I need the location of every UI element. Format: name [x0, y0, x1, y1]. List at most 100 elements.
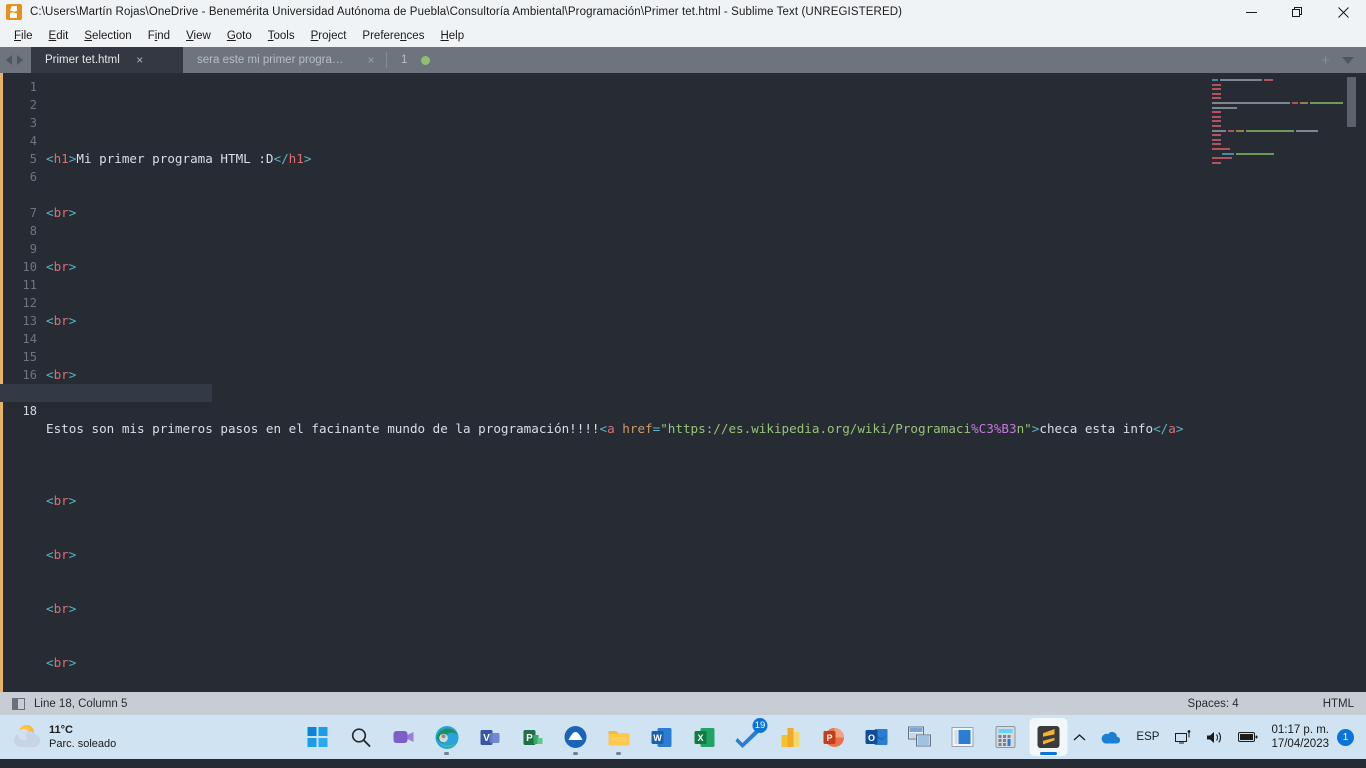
window-title: C:\Users\Martín Rojas\OneDrive - Benemér…: [30, 6, 903, 18]
unsaved-indicator-icon: [421, 55, 431, 65]
menu-view[interactable]: View: [178, 25, 219, 47]
folder-icon: [608, 730, 629, 745]
restore-button[interactable]: [1274, 0, 1320, 24]
excel-button[interactable]: X: [686, 718, 724, 756]
powerpoint-icon: P: [823, 727, 844, 747]
tab-close-icon[interactable]: ×: [134, 54, 146, 66]
network-icon[interactable]: [1168, 722, 1199, 752]
menu-tools[interactable]: Tools: [260, 25, 303, 47]
visio-button[interactable]: V: [471, 718, 509, 756]
code-line-1: <h1>Mi primer programa HTML :D</h1>: [46, 151, 312, 166]
close-button[interactable]: [1320, 0, 1366, 24]
chevron-down-icon[interactable]: [1342, 56, 1354, 64]
line-number-active: 18: [22, 404, 37, 418]
line-number: 11: [22, 278, 37, 292]
acrobat-button[interactable]: [557, 718, 595, 756]
sublime-button[interactable]: [1029, 718, 1068, 756]
onedrive-icon[interactable]: [1093, 722, 1127, 752]
code-line-3: <br>: [46, 259, 77, 274]
svg-text:W: W: [653, 733, 662, 743]
snipping-button[interactable]: [901, 718, 939, 756]
tab-bar-actions: +: [1315, 47, 1366, 73]
power-bi-icon: [781, 728, 800, 747]
powerpoint-button[interactable]: P: [815, 718, 853, 756]
sidebar-toggle-icon[interactable]: [12, 697, 25, 710]
code-line-7: <br>: [46, 493, 77, 508]
battery-icon[interactable]: [1231, 722, 1265, 752]
code-line-10: <br>: [46, 655, 77, 670]
menu-preferences[interactable]: Preferences: [354, 25, 432, 47]
line-number: 15: [22, 350, 37, 364]
todo-button[interactable]: 19: [729, 718, 768, 756]
tab-untitled-1[interactable]: 1: [387, 47, 547, 73]
calculator-button[interactable]: [987, 718, 1025, 756]
language-indicator[interactable]: ESP: [1127, 731, 1168, 743]
word-button[interactable]: W: [643, 718, 681, 756]
tab-label: sera este mi primer programa.html: [197, 54, 351, 66]
tab-sera-este[interactable]: sera este mi primer programa.html ×: [183, 47, 387, 73]
new-tab-button[interactable]: +: [1321, 53, 1330, 68]
search-button[interactable]: [342, 718, 380, 756]
gutter-marker: [0, 73, 3, 692]
svg-text:P: P: [826, 733, 832, 743]
explorer-button[interactable]: [600, 718, 638, 756]
status-bar-right: Spaces: 4 HTML: [1176, 692, 1366, 715]
line-number: 12: [22, 296, 37, 310]
status-bar: Line 18, Column 5 Spaces: 4 HTML: [0, 692, 1366, 715]
search-icon: [351, 727, 370, 747]
media-button[interactable]: [944, 718, 982, 756]
project-button[interactable]: P: [514, 718, 552, 756]
arrow-left-icon[interactable]: [6, 55, 12, 65]
minimize-button[interactable]: [1228, 0, 1274, 24]
editor[interactable]: 1 2 3 4 5 6 7 8 9 10 11 12 13 14 15 16 1…: [0, 73, 1366, 692]
line-number: 5: [29, 152, 37, 166]
taskbar-apps: V P W X 19 P O: [299, 715, 1068, 759]
outlook-icon: O: [865, 729, 887, 745]
weather-condition: Parc. soleado: [49, 738, 117, 750]
start-button[interactable]: [299, 718, 337, 756]
code-content[interactable]: <h1>Mi primer programa HTML :D</h1> <br>…: [0, 73, 1366, 692]
cursor-position: Line 18, Column 5: [34, 697, 128, 710]
excel-icon: X: [694, 727, 715, 747]
tab-bar: Primer tet.html × sera este mi primer pr…: [0, 47, 1366, 73]
tab-close-icon[interactable]: ×: [365, 54, 377, 66]
partly-sunny-icon: [14, 725, 40, 749]
svg-text:O: O: [867, 733, 874, 743]
menu-goto[interactable]: Goto: [219, 25, 260, 47]
chevron-up-icon[interactable]: [1066, 722, 1093, 752]
clock[interactable]: 01:17 p. m. 17/04/2023: [1265, 723, 1337, 751]
code-line-2: <br>: [46, 205, 77, 220]
title-bar: C:\Users\Martín Rojas\OneDrive - Benemér…: [0, 0, 1366, 24]
system-tray: ESP 01:17 p. m. 17/04/2023 1: [1066, 715, 1366, 759]
tab-primer-tet[interactable]: Primer tet.html ×: [31, 47, 183, 73]
weather-widget[interactable]: 11°C Parc. soleado: [0, 723, 116, 751]
line-number: 7: [29, 206, 37, 220]
line-number: 2: [29, 98, 37, 112]
media-player-icon: [951, 727, 974, 747]
sublime-text-icon: [6, 4, 22, 20]
tab-label: 1: [401, 54, 408, 66]
clock-time: 01:17 p. m.: [1271, 724, 1329, 736]
indentation-setting[interactable]: Spaces: 4: [1176, 698, 1251, 710]
menu-help[interactable]: Help: [432, 25, 472, 47]
powerbi-button[interactable]: [772, 718, 810, 756]
menu-edit[interactable]: Edit: [41, 25, 77, 47]
code-line-4: <br>: [46, 313, 77, 328]
arrow-right-icon[interactable]: [17, 55, 23, 65]
syntax-setting[interactable]: HTML: [1311, 698, 1366, 710]
volume-icon[interactable]: [1199, 722, 1231, 752]
notification-badge[interactable]: 1: [1337, 728, 1354, 746]
line-number: 14: [22, 332, 37, 346]
line-number: 10: [22, 260, 37, 274]
tab-navigation: [0, 47, 31, 73]
line-number: 8: [29, 224, 37, 238]
menu-find[interactable]: Find: [140, 25, 178, 47]
menu-project[interactable]: Project: [303, 25, 355, 47]
outlook-button[interactable]: O: [858, 718, 896, 756]
line-number: 6: [29, 170, 37, 184]
menu-file[interactable]: FFileile: [6, 25, 41, 47]
edge-button[interactable]: [428, 718, 466, 756]
teams-button[interactable]: [385, 718, 423, 756]
menu-selection[interactable]: Selection: [76, 25, 139, 47]
code-line-5: <br>: [46, 367, 77, 382]
